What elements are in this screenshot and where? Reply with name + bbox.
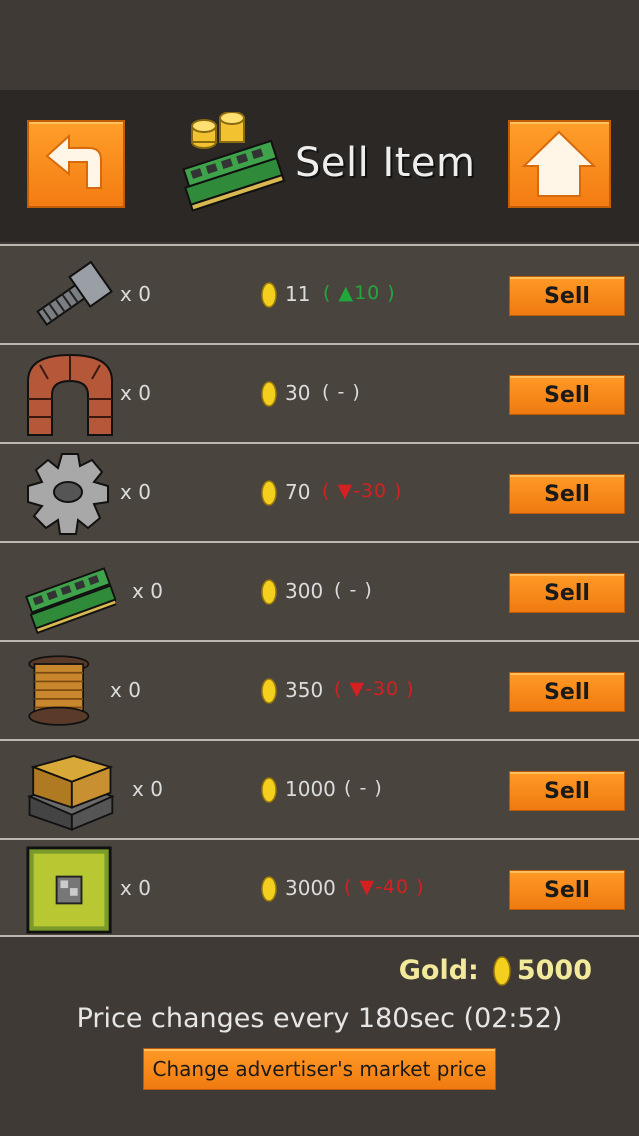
item-count: x 0 (132, 777, 163, 801)
price-change: ( ▼-30 ) (334, 678, 415, 700)
item-price: 350 (285, 678, 324, 702)
item-row-server-rack: x 0 1000 ( - ) Sell (0, 739, 639, 838)
item-row-ram-stick: x 0 300 ( - ) Sell (0, 541, 639, 640)
cpu-chip-icon (26, 846, 112, 934)
home-up-arrow-icon (521, 130, 597, 197)
home-button[interactable] (508, 120, 611, 208)
sell-button[interactable]: Sell (509, 771, 625, 811)
item-price: 70 (285, 480, 311, 504)
status-bar (0, 0, 639, 90)
coin-icon (493, 955, 511, 986)
price-change: ( - ) (344, 777, 383, 799)
coin-icon (261, 777, 277, 803)
item-row-gear: x 0 70 ( ▼-30 ) Sell (0, 442, 639, 541)
price-change: ( ▼-30 ) (322, 480, 403, 502)
item-row-brick-arch: x 0 30 ( - ) Sell (0, 343, 639, 442)
item-count: x 0 (120, 282, 151, 306)
change-market-price-button[interactable]: Change advertiser's market price (143, 1048, 496, 1090)
coin-icon (261, 579, 277, 605)
price-change: ( - ) (334, 579, 373, 601)
item-price: 1000 (285, 777, 336, 801)
ram-stick-icon (25, 567, 116, 634)
gold-label: Gold: (398, 955, 479, 986)
sell-button[interactable]: Sell (509, 276, 625, 316)
item-row-cpu-chip: x 0 3000 ( ▼-40 ) Sell (0, 838, 639, 937)
item-count: x 0 (120, 480, 151, 504)
gold-value: 5000 (516, 955, 592, 986)
coin-icon (261, 480, 277, 506)
item-count: x 0 (132, 579, 163, 603)
price-change: ( - ) (322, 381, 361, 403)
gold-balance: Gold: 5000 (399, 955, 592, 986)
item-price: 11 (285, 282, 311, 306)
item-price: 3000 (285, 876, 336, 900)
item-price: 300 (285, 579, 324, 603)
server-rack-icon (26, 755, 115, 831)
item-row-bolt: x 0 11 ( ▲10 ) Sell (0, 244, 639, 343)
coins-and-ram-icon (180, 111, 290, 217)
item-row-copper-spool: x 0 350 ( ▼-30 ) Sell (0, 640, 639, 739)
item-count: x 0 (120, 876, 151, 900)
copper-spool-icon (28, 655, 90, 726)
price-change: ( ▲10 ) (323, 282, 396, 304)
back-arrow-icon (45, 133, 102, 189)
sell-button[interactable]: Sell (509, 870, 625, 910)
bolt-icon (36, 260, 113, 327)
coin-icon (261, 381, 277, 407)
sell-button[interactable]: Sell (509, 375, 625, 415)
item-count: x 0 (120, 381, 151, 405)
price-change-timer: Price changes every 180sec (02:52) (76, 1003, 563, 1034)
brick-arch-icon (27, 353, 113, 436)
price-change: ( ▼-40 ) (344, 876, 425, 898)
item-count: x 0 (110, 678, 141, 702)
item-price: 30 (285, 381, 311, 405)
sell-item-list: x 0 11 ( ▲10 ) Sell x 0 30 ( - ) Sell x … (0, 244, 639, 937)
sell-button[interactable]: Sell (509, 672, 625, 712)
coin-icon (261, 282, 277, 308)
page-title: Sell Item (295, 140, 476, 186)
gear-icon (27, 453, 109, 535)
coin-icon (261, 678, 277, 704)
back-button[interactable] (27, 120, 125, 208)
sell-button[interactable]: Sell (509, 474, 625, 514)
coin-icon (261, 876, 277, 902)
sell-button[interactable]: Sell (509, 573, 625, 613)
